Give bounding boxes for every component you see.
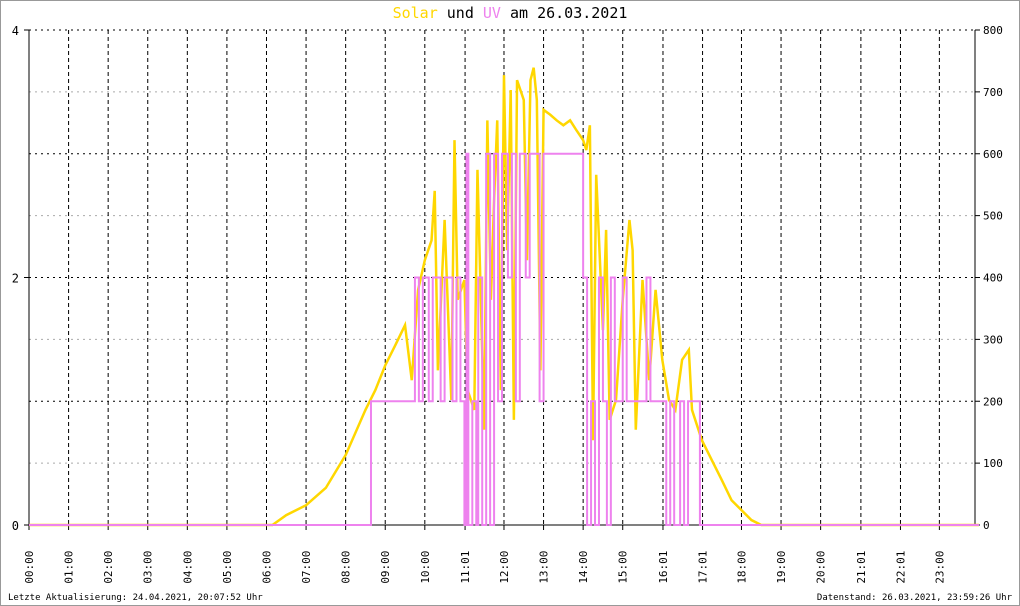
- footer-data-status: Datenstand: 26.03.2021, 23:59:26 Uhr: [816, 593, 1012, 603]
- x-tick-label: 26. 12:00: [498, 551, 511, 606]
- x-tick-label: 26. 11:01: [459, 551, 472, 606]
- x-tick-label: 26. 17:01: [697, 551, 710, 606]
- x-tick-label: 26. 09:00: [379, 551, 392, 606]
- right-tick-label: 800: [983, 24, 1003, 37]
- right-tick-label: 500: [983, 210, 1003, 223]
- right-tick-label: 400: [983, 272, 1003, 285]
- right-tick-label: 100: [983, 457, 1003, 470]
- footer-last-update: Letzte Aktualisierung: 24.04.2021, 20:07…: [8, 593, 263, 603]
- x-tick-label: 26. 14:00: [577, 551, 590, 606]
- left-tick-label: 4: [12, 24, 19, 38]
- x-tick-label: 26. 10:00: [419, 551, 432, 606]
- right-tick-label: 200: [983, 395, 1003, 408]
- x-tick-label: 26. 13:00: [538, 551, 551, 606]
- x-tick-label: 26. 07:00: [300, 551, 313, 606]
- x-tick-label: 26. 16:01: [657, 551, 670, 606]
- left-tick-label: 0: [12, 519, 19, 533]
- right-tick-label: 0: [983, 519, 990, 532]
- chart-plot: 010020030040050060070080002426. 00:00 26.…: [12, 24, 1003, 606]
- x-tick-label: 26. 19:00: [775, 551, 788, 606]
- right-tick-label: 700: [983, 86, 1003, 99]
- left-tick-label: 2: [12, 272, 19, 286]
- x-tick-label: 26. 08:00: [340, 551, 353, 606]
- right-tick-label: 300: [983, 333, 1003, 346]
- x-tick-label: 26. 18:00: [735, 551, 748, 606]
- right-tick-label: 600: [983, 148, 1003, 161]
- x-tick-label: 26. 15:00: [617, 551, 630, 606]
